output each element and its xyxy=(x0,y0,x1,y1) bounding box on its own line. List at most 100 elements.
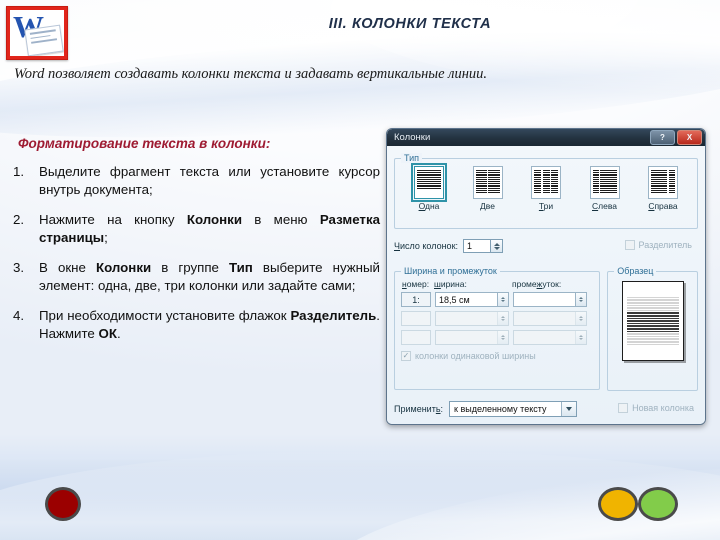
list-item: 2. Нажмите на кнопку Колонки в меню Разме… xyxy=(10,211,380,246)
width-spacing-row xyxy=(401,330,593,345)
width-stepper xyxy=(497,331,508,344)
separator-checkbox-label: Разделитель xyxy=(638,240,692,250)
number-of-columns-input[interactable] xyxy=(463,239,492,253)
width-stepper[interactable] xyxy=(497,293,508,306)
spacing-stepper[interactable] xyxy=(575,293,586,306)
column-preset-справа[interactable]: Справа xyxy=(637,166,689,211)
spacing-input xyxy=(514,330,575,345)
spacing-input-field[interactable] xyxy=(513,292,587,307)
list-item: 4. При необходимости установите флажок Ра… xyxy=(10,307,380,342)
width-input[interactable] xyxy=(436,292,497,307)
dialog-window-buttons: ? X xyxy=(650,130,702,145)
apply-to-dropdown[interactable]: к выделенному тексту xyxy=(449,400,578,417)
sample-text-line xyxy=(626,302,679,304)
sample-text-line xyxy=(626,320,679,322)
sample-group-label: Образец xyxy=(614,266,657,276)
new-column-checkbox[interactable]: Новая колонка xyxy=(618,403,694,413)
sample-text-line xyxy=(626,296,679,299)
width-input-field[interactable] xyxy=(435,292,509,307)
apply-row: Применить: к выделенному тексту Новая ко… xyxy=(394,400,698,417)
column-preset-label: Одна xyxy=(418,201,440,211)
column-number-cell: 1: xyxy=(401,292,431,307)
column-preset-icon[interactable] xyxy=(472,166,503,199)
help-button[interactable]: ? xyxy=(650,130,675,145)
stepper-arrows[interactable] xyxy=(491,239,504,253)
spacing-stepper xyxy=(575,312,586,325)
width-spacing-row: 1: xyxy=(401,292,593,307)
dialog-title: Колонки xyxy=(394,132,431,143)
width-spacing-row xyxy=(401,311,593,326)
column-preset-icon[interactable] xyxy=(411,163,447,202)
stepper-down-icon[interactable] xyxy=(493,246,500,250)
column-preset-icon[interactable] xyxy=(648,166,678,199)
intro-paragraph: Word позволяет создавать колонки текста … xyxy=(14,66,488,82)
sample-text-line xyxy=(626,307,679,309)
sample-text-line xyxy=(626,338,679,340)
new-column-checkbox-box[interactable] xyxy=(618,403,629,413)
nav-next-button[interactable] xyxy=(638,487,678,521)
column-preset-две[interactable]: Две xyxy=(462,166,514,211)
spacing-input-field xyxy=(513,311,587,326)
list-item-number: 3. xyxy=(13,260,25,275)
stepper-up-icon[interactable] xyxy=(493,242,500,246)
numbered-list: 1. Выделите фрагмент текста или установит… xyxy=(10,163,380,342)
list-item: 1. Выделите фрагмент текста или установит… xyxy=(10,163,380,198)
instructions-panel: Форматирование текста в колонки: 1. Выдел… xyxy=(10,136,380,355)
type-group-label: Тип xyxy=(401,153,423,163)
column-preset-одна[interactable]: Одна xyxy=(403,163,455,211)
sample-text-line xyxy=(626,322,679,325)
sample-text-line xyxy=(626,317,679,320)
apply-label: Применить: xyxy=(394,403,444,414)
nav-previous-button[interactable] xyxy=(598,487,638,521)
sample-text-line xyxy=(626,343,679,346)
column-preset-icon[interactable] xyxy=(531,166,561,199)
dialog-titlebar: Колонки ? X xyxy=(387,129,705,147)
column-preset-label: Три xyxy=(538,201,554,211)
width-table-headers: номер: ширина: промежуток: xyxy=(401,279,593,289)
column-number-cell xyxy=(401,311,431,326)
list-item-number: 1. xyxy=(13,164,25,179)
separator-checkbox[interactable]: Разделитель xyxy=(624,240,692,250)
column-preset-list: Одна Две Три Слева Справа xyxy=(401,163,691,211)
width-input xyxy=(436,311,497,326)
equal-width-checkbox[interactable]: ✓ колонки одинаковой ширины xyxy=(401,351,593,361)
column-preset-icon[interactable] xyxy=(589,166,620,199)
width-and-spacing-group: Ширина и промежуток номер: ширина: проме… xyxy=(394,266,601,390)
list-item-text: При необходимости установите флажок Разд… xyxy=(39,308,380,341)
column-preset-слева[interactable]: Слева xyxy=(579,166,631,211)
column-number-cell xyxy=(401,330,431,345)
column-preset-label: Две xyxy=(480,201,495,211)
list-item-text: В окне Колонки в группе Тип выберите нуж… xyxy=(39,260,380,293)
width-table-rows: 1: xyxy=(401,292,593,345)
equal-width-checkbox-label: колонки одинаковой ширины xyxy=(415,351,536,361)
sample-preview xyxy=(621,281,684,361)
close-button[interactable]: X xyxy=(677,130,702,145)
equal-width-checkbox-box[interactable]: ✓ xyxy=(401,351,411,361)
sample-text-line xyxy=(626,315,679,317)
new-column-checkbox-label: Новая колонка xyxy=(632,403,694,413)
word-logo-inner: W xyxy=(10,10,64,56)
separator-checkbox-box[interactable] xyxy=(624,240,635,250)
apply-to-value: к выделенному тексту xyxy=(454,403,547,414)
sample-text-line xyxy=(626,333,679,335)
list-item: 3. В окне Колонки в группе Тип выберите н… xyxy=(10,259,380,294)
sample-text-line xyxy=(626,327,679,330)
width-and-spacing-label: Ширина и промежуток xyxy=(401,266,500,276)
dialog-middle-row: Ширина и промежуток номер: ширина: проме… xyxy=(394,264,698,391)
number-of-columns-stepper[interactable] xyxy=(463,239,504,253)
nav-back-button[interactable] xyxy=(45,487,81,521)
width-input-field xyxy=(435,330,509,345)
width-input xyxy=(436,330,497,345)
word-logo-document xyxy=(24,24,64,56)
header-number: номер: xyxy=(402,279,430,289)
sample-text-line xyxy=(626,325,679,327)
spacing-stepper xyxy=(575,331,586,344)
sample-group: Образец xyxy=(607,266,698,391)
chevron-down-icon[interactable] xyxy=(561,401,577,416)
column-preset-три[interactable]: Три xyxy=(520,166,572,211)
sample-text-line xyxy=(626,330,679,333)
spacing-input[interactable] xyxy=(514,292,575,307)
sample-text-line xyxy=(626,309,679,312)
list-item-text: Выделите фрагмент текста или установите … xyxy=(39,164,380,197)
header-width: ширина: xyxy=(434,279,467,289)
